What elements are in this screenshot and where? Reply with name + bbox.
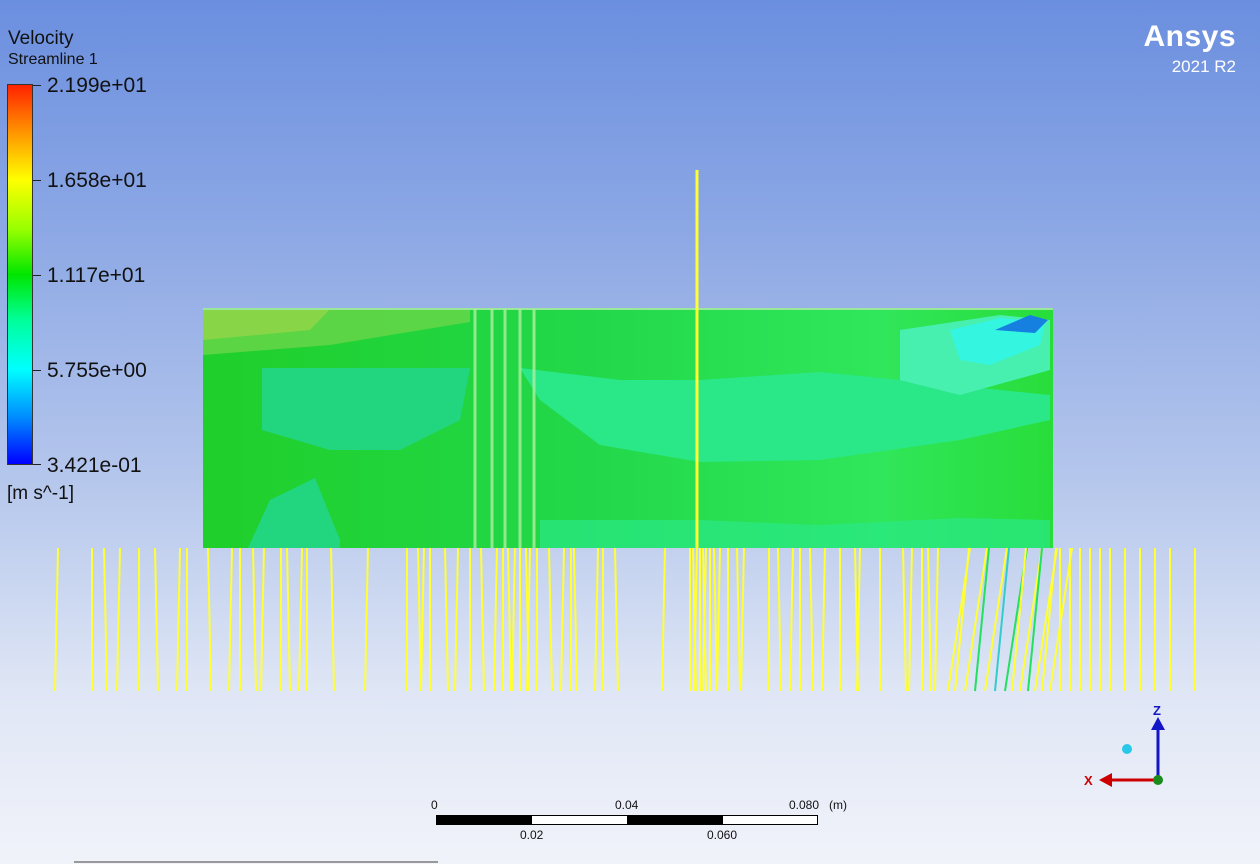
scale-label-004: 0.04 <box>615 798 639 812</box>
streamline <box>964 547 988 692</box>
streamline <box>736 547 741 692</box>
streamline <box>974 547 990 692</box>
streamline <box>821 547 826 692</box>
streamline <box>934 547 939 692</box>
streamline <box>103 547 108 692</box>
streamline <box>480 547 485 692</box>
streamline <box>116 547 121 692</box>
scale-label-0060: 0.060 <box>707 828 738 842</box>
streamline <box>286 547 291 692</box>
streamline <box>511 547 516 692</box>
streamline <box>614 547 619 692</box>
x-axis-arrow <box>1099 773 1112 787</box>
contour-domain <box>203 308 1053 548</box>
streamline <box>994 547 1010 692</box>
streamline <box>154 547 159 692</box>
streamline <box>740 547 745 692</box>
streamline <box>444 547 449 692</box>
scale-label-0: 0 <box>431 798 438 812</box>
streamline <box>902 547 907 692</box>
streamline <box>228 547 233 692</box>
scale-label-0080: 0.080 <box>789 798 820 812</box>
streamline <box>789 547 794 692</box>
view-sphere-icon <box>1122 744 1132 754</box>
streamline <box>560 547 565 692</box>
streamline <box>777 547 782 692</box>
streamline <box>420 547 425 692</box>
z-axis-label: Z <box>1153 703 1161 718</box>
axis-triad[interactable]: Z X <box>1084 703 1165 788</box>
streamline <box>176 547 181 692</box>
x-axis-label: X <box>1084 773 1093 788</box>
streamline <box>908 547 913 692</box>
scale-unit: (m) <box>829 798 847 812</box>
streamline <box>54 547 59 692</box>
scale-bar <box>436 815 818 825</box>
streamline <box>298 547 303 692</box>
streamline <box>954 547 970 692</box>
streamline <box>548 547 553 692</box>
streamlines <box>54 547 1196 692</box>
streamline <box>573 547 578 692</box>
streamline <box>493 547 498 692</box>
streamline <box>330 547 335 692</box>
scale-bar-segment <box>437 816 532 824</box>
streamline <box>716 547 721 692</box>
streamline <box>252 547 257 692</box>
y-axis-dot <box>1153 775 1163 785</box>
streamline <box>207 547 212 692</box>
viewport[interactable]: Z X <box>0 0 1260 864</box>
status-divider <box>74 861 438 863</box>
streamline <box>507 547 512 692</box>
z-axis-arrow <box>1151 717 1165 730</box>
streamline <box>594 547 599 692</box>
streamline <box>984 547 1008 692</box>
streamline <box>809 547 814 692</box>
scale-bar-segment <box>627 816 723 824</box>
streamline <box>661 547 666 692</box>
scale-label-002: 0.02 <box>520 828 544 842</box>
streamline <box>364 547 369 692</box>
streamline <box>260 547 265 692</box>
streamline <box>927 547 932 692</box>
streamline <box>454 547 459 692</box>
